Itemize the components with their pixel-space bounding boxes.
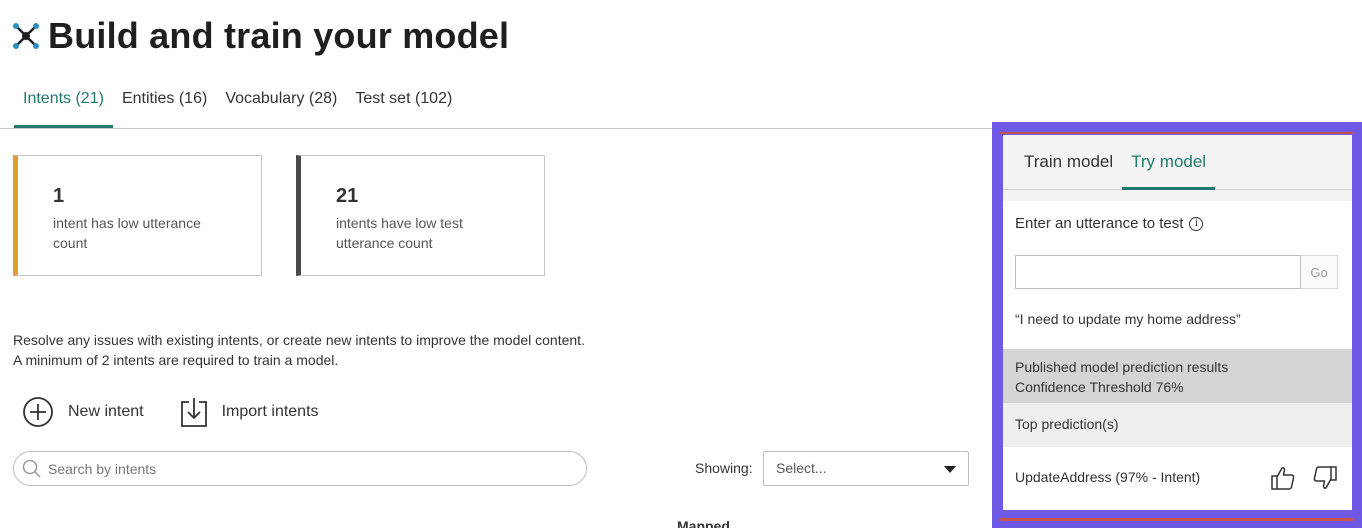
import-intents-button[interactable]: Import intents — [180, 396, 319, 428]
import-icon — [180, 398, 207, 427]
tab-vocabulary[interactable]: Vocabulary (28) — [216, 82, 346, 128]
tab-entities[interactable]: Entities (16) — [113, 82, 216, 128]
info-line-2: A minimum of 2 intents are required to t… — [13, 352, 339, 368]
intent-actions: New intent Import intents — [22, 396, 319, 428]
low-test-utterance-card[interactable]: 21 intents have low test utterance count — [296, 155, 545, 276]
table-column-header-mapped[interactable]: Mapped — [677, 518, 730, 528]
utterance-input[interactable] — [1015, 255, 1301, 289]
showing-select-value: Select... — [776, 460, 827, 476]
utterance-label-row: Enter an utterance to test i — [1015, 215, 1204, 232]
tabs-divider — [0, 128, 992, 129]
search-input[interactable] — [48, 460, 548, 477]
thumbs-down-icon[interactable] — [1312, 465, 1338, 491]
new-intent-label: New intent — [68, 403, 144, 420]
low-utterance-card[interactable]: 1 intent has low utterance count — [13, 155, 262, 276]
info-icon[interactable]: i — [1189, 216, 1204, 231]
utterance-label: Enter an utterance to test — [1015, 215, 1184, 232]
search-icon — [22, 459, 41, 478]
add-circle-icon — [23, 397, 53, 427]
title-row: Build and train your model — [12, 14, 509, 58]
new-intent-button[interactable]: New intent — [22, 396, 144, 428]
panel-top-border — [1000, 132, 1354, 134]
results-title: Published model prediction results — [1015, 359, 1229, 375]
panel-tabs: Train model Try model — [1003, 135, 1352, 190]
search-box — [13, 451, 587, 486]
showing-label: Showing: — [695, 460, 753, 476]
tab-try-model[interactable]: Try model — [1122, 135, 1216, 190]
card-count: 1 — [53, 185, 65, 207]
info-text: Resolve any issues with existing intents… — [13, 330, 585, 370]
feedback-buttons — [1270, 465, 1338, 491]
top-predictions-label: Top prediction(s) — [1003, 403, 1352, 447]
import-intents-label: Import intents — [221, 403, 319, 420]
main-tabs: Intents (21) Entities (16) Vocabulary (2… — [14, 82, 461, 128]
model-network-icon — [13, 23, 39, 49]
prediction-text: UpdateAddress (97% - Intent) — [1015, 469, 1201, 485]
tab-train-model[interactable]: Train model — [1015, 135, 1122, 189]
info-line-1: Resolve any issues with existing intents… — [13, 332, 585, 348]
thumbs-up-icon[interactable] — [1270, 465, 1296, 491]
model-panel: Train model Try model Enter an utterance… — [1003, 135, 1352, 510]
prediction-results-header: Published model prediction results Confi… — [1003, 349, 1352, 403]
go-button[interactable]: Go — [1301, 255, 1338, 289]
prediction-row: UpdateAddress (97% - Intent) — [1003, 447, 1352, 510]
page-title: Build and train your model — [48, 15, 510, 56]
confidence-threshold: Confidence Threshold 76% — [1015, 379, 1184, 395]
card-count: 21 — [336, 185, 359, 207]
tab-test-set[interactable]: Test set (102) — [346, 82, 461, 128]
tab-intents[interactable]: Intents (21) — [14, 82, 113, 128]
panel-bottom-border — [1000, 518, 1354, 521]
showing-select[interactable]: Select... — [763, 451, 969, 486]
tested-utterance: “I need to update my home address” — [1015, 311, 1241, 327]
utterance-input-group: Go — [1015, 255, 1338, 289]
try-model-body: Enter an utterance to test i Go “I need … — [1003, 201, 1352, 510]
caret-down-icon — [944, 466, 956, 473]
card-description: intents have low test utterance count — [336, 215, 463, 251]
card-description: intent has low utterance count — [53, 215, 201, 251]
